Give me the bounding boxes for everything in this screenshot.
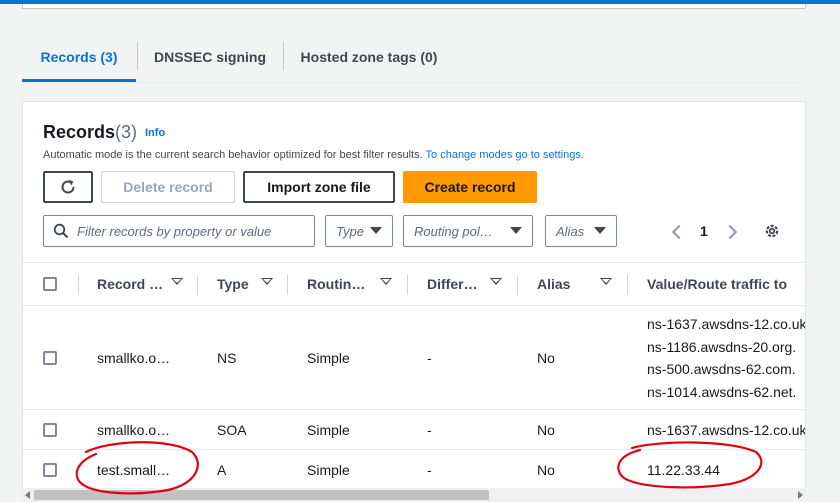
scroll-left-icon[interactable] — [25, 491, 30, 499]
routing-policy: Simple — [307, 350, 350, 366]
record-value: ns-500.awsdns-62.com. — [647, 361, 796, 377]
column-header-alias[interactable]: Alias — [537, 263, 577, 305]
tab-records[interactable]: Records (3) — [22, 36, 136, 82]
record-name[interactable]: test.small… — [97, 462, 170, 478]
tabs-divider — [22, 82, 806, 83]
tab-separator — [137, 42, 138, 70]
scrollbar-thumb[interactable] — [34, 490, 489, 500]
record-type: A — [217, 462, 227, 478]
tab-separator — [283, 42, 284, 70]
scroll-right-icon[interactable] — [798, 491, 803, 499]
column-header-differentiator[interactable]: Differ… — [427, 263, 485, 305]
previous-panel-edge — [22, 4, 806, 9]
search-mode-description: Automatic mode is the current search beh… — [43, 149, 584, 161]
record-name[interactable]: smallko.o… — [97, 350, 170, 366]
refresh-icon — [61, 180, 75, 194]
table-row[interactable]: smallko.o… SOA Simple - No ns-1637.awsdn… — [23, 410, 806, 450]
sort-icon[interactable] — [380, 278, 392, 285]
record-value: ns-1014.awsdns-62.net. — [647, 383, 797, 400]
record-value: ns-1186.awsdns-20.org. — [647, 338, 797, 355]
row-checkbox[interactable] — [43, 423, 57, 437]
differentiator: - — [427, 462, 432, 478]
alias-value: No — [537, 422, 555, 438]
alias-filter-select[interactable]: Alias — [545, 215, 617, 247]
routing-policy: Simple — [307, 462, 350, 478]
column-divider — [287, 275, 288, 295]
table-row[interactable]: smallko.o… NS Simple - No ns-1637.awsdns… — [23, 306, 806, 410]
record-name[interactable]: smallko.o… — [97, 422, 170, 438]
tab-bar: Records (3) DNSSEC signing Hosted zone t… — [22, 36, 806, 84]
differentiator: - — [427, 350, 432, 366]
routing-policy: Simple — [307, 422, 350, 438]
column-divider — [78, 275, 79, 295]
type-filter-select[interactable]: Type — [325, 215, 393, 247]
record-value: ns-1637.awsdns-12.co.uk — [647, 422, 806, 438]
description-text: Automatic mode is the current search beh… — [43, 149, 423, 161]
sort-icon[interactable] — [261, 278, 273, 285]
column-divider — [627, 275, 628, 295]
record-type: NS — [217, 350, 237, 366]
sort-icon[interactable] — [600, 278, 612, 285]
create-record-button[interactable]: Create record — [403, 171, 537, 203]
table-header: Record … Type Routin… Differ… Alias Valu… — [23, 262, 805, 306]
chevron-down-icon — [594, 227, 606, 234]
refresh-button[interactable] — [43, 171, 93, 203]
column-header-routing-policy[interactable]: Routin… — [307, 263, 371, 305]
delete-record-button[interactable]: Delete record — [101, 171, 235, 203]
column-header-value[interactable]: Value/Route traffic to — [647, 263, 805, 305]
previous-page-icon[interactable] — [671, 224, 687, 240]
import-zone-file-button[interactable]: Import zone file — [243, 171, 395, 203]
alias-value: No — [537, 462, 555, 478]
record-type: SOA — [217, 422, 247, 438]
row-checkbox[interactable] — [43, 463, 57, 477]
routing-policy-filter-select[interactable]: Routing pol… — [403, 215, 533, 247]
search-icon — [53, 223, 69, 239]
chevron-down-icon — [370, 227, 382, 234]
records-panel: Records (3) Info Automatic mode is the c… — [22, 101, 806, 502]
gear-icon[interactable] — [763, 222, 781, 240]
info-link[interactable]: Info — [145, 127, 165, 139]
column-header-record-name[interactable]: Record … — [97, 263, 165, 305]
search-placeholder: Filter records by property or value — [77, 223, 272, 239]
routing-filter-label: Routing pol… — [414, 223, 493, 239]
horizontal-scrollbar[interactable] — [22, 488, 806, 502]
row-checkbox[interactable] — [43, 351, 57, 365]
column-divider — [197, 275, 198, 295]
type-filter-label: Type — [336, 223, 364, 239]
record-value: 11.22.33.44 — [647, 462, 720, 478]
tab-hosted-zone-tags[interactable]: Hosted zone tags (0) — [294, 36, 444, 82]
sort-icon[interactable] — [171, 278, 183, 285]
records-count: (3) — [115, 122, 137, 142]
tab-dnssec-signing[interactable]: DNSSEC signing — [146, 36, 274, 82]
table-row[interactable]: test.small… A Simple - No 11.22.33.44 — [23, 450, 805, 490]
search-input[interactable]: Filter records by property or value — [43, 215, 315, 247]
next-page-icon[interactable] — [722, 224, 738, 240]
select-all-checkbox[interactable] — [43, 277, 57, 291]
record-values: ns-1637.awsdns-12.co.uk ns-1186.awsdns-2… — [647, 313, 806, 403]
page-number[interactable]: 1 — [700, 215, 708, 247]
column-header-type[interactable]: Type — [217, 263, 257, 305]
differentiator: - — [427, 422, 432, 438]
settings-link[interactable]: To change modes go to settings. — [426, 149, 584, 161]
column-divider — [407, 275, 408, 295]
page-title: Records — [43, 122, 116, 142]
sort-icon[interactable] — [490, 278, 502, 285]
alias-value: No — [537, 350, 555, 366]
column-divider — [517, 275, 518, 295]
chevron-down-icon — [510, 227, 522, 234]
alias-filter-label: Alias — [556, 223, 585, 239]
record-value: ns-1637.awsdns-12.co.uk — [647, 316, 806, 332]
